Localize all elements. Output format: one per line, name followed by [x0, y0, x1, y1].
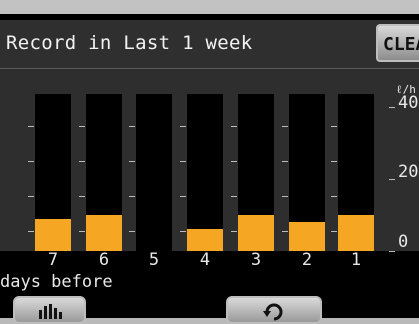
bar-column-7 — [35, 94, 71, 251]
graph-button[interactable] — [13, 296, 86, 324]
page-title: Record in Last 1 week — [6, 32, 253, 54]
grid-tick — [331, 196, 337, 197]
grid-tick — [180, 161, 186, 162]
grid-tick — [331, 161, 337, 162]
x-tick-6: 6 — [98, 250, 110, 270]
grid-tick — [282, 196, 288, 197]
bar-column-2 — [289, 94, 325, 251]
y-axis-tick — [389, 251, 395, 252]
grid-tick — [129, 196, 135, 197]
grid-tick — [28, 161, 34, 162]
bar-column-3 — [238, 94, 274, 251]
bar-3 — [238, 215, 274, 251]
grid-tick — [180, 231, 186, 232]
y-tick-0: 0 — [398, 232, 409, 252]
grid-tick — [129, 126, 135, 127]
bar-4 — [187, 229, 223, 251]
grid-tick — [331, 231, 337, 232]
bar-2 — [289, 222, 325, 251]
x-tick-2: 2 — [301, 250, 313, 270]
x-tick-5: 5 — [148, 250, 160, 270]
bar-1 — [338, 215, 374, 251]
grid-tick — [79, 196, 85, 197]
y-tick-20: 20 — [398, 162, 419, 182]
return-button[interactable] — [226, 296, 322, 324]
screen-header: Record in Last 1 week CLEAR — [0, 20, 419, 69]
x-tick-1: 1 — [350, 250, 362, 270]
x-tick-3: 3 — [250, 250, 262, 270]
y-axis-tick — [389, 179, 395, 180]
grid-tick — [282, 126, 288, 127]
grid-tick — [79, 126, 85, 127]
grid-tick — [180, 126, 186, 127]
y-axis-tick — [389, 107, 395, 108]
grid-tick — [231, 196, 237, 197]
bar-column-5 — [136, 94, 172, 251]
clear-button[interactable]: CLEAR — [376, 24, 419, 62]
bar-column-1 — [338, 94, 374, 251]
bar-column-4 — [187, 94, 223, 251]
bar-column-6 — [86, 94, 122, 251]
grid-tick — [282, 231, 288, 232]
bar-graph-icon — [15, 303, 84, 322]
y-tick-40: 40 — [398, 93, 419, 113]
grid-tick — [231, 126, 237, 127]
grid-tick — [180, 196, 186, 197]
grid-tick — [79, 161, 85, 162]
grid-tick — [231, 231, 237, 232]
grid-tick — [79, 231, 85, 232]
grid-tick — [331, 126, 337, 127]
return-arrow-icon — [228, 303, 320, 322]
x-tick-4: 4 — [199, 250, 211, 270]
grid-tick — [129, 161, 135, 162]
bar-7 — [35, 219, 71, 251]
x-axis-label: days before — [0, 272, 113, 292]
x-tick-7: 7 — [47, 250, 59, 270]
grid-tick — [28, 231, 34, 232]
grid-tick — [28, 126, 34, 127]
bar-6 — [86, 215, 122, 251]
grid-tick — [282, 161, 288, 162]
lcd-screen: Record in Last 1 week CLEAR ℓ/h 40 20 0 … — [0, 14, 419, 318]
grid-tick — [231, 161, 237, 162]
device-frame: Record in Last 1 week CLEAR ℓ/h 40 20 0 … — [0, 0, 419, 324]
grid-tick — [129, 231, 135, 232]
grid-tick — [28, 196, 34, 197]
